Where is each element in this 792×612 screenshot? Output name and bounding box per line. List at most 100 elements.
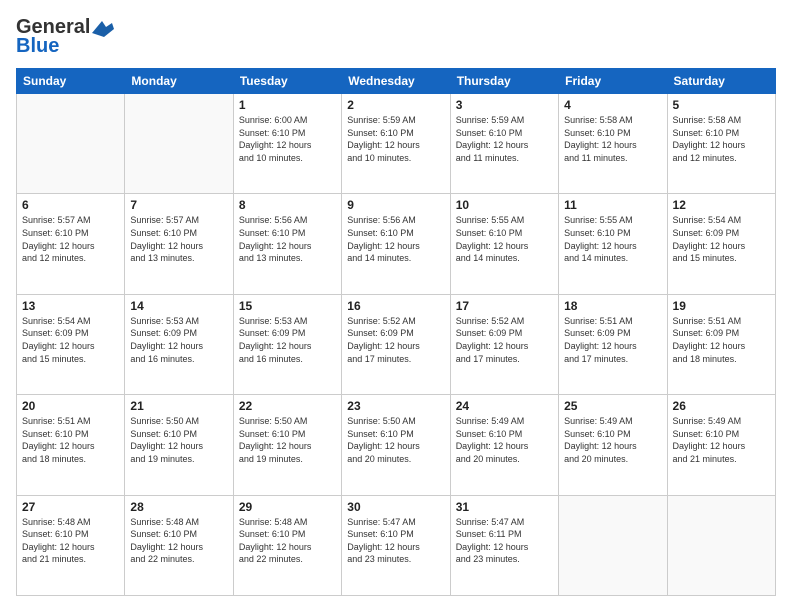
header-friday: Friday (559, 69, 667, 94)
table-row (559, 495, 667, 595)
header-sunday: Sunday (17, 69, 125, 94)
day-number: 19 (673, 299, 770, 313)
table-row: 23 Sunrise: 5:50 AM Sunset: 6:10 PM Dayli… (342, 395, 450, 495)
table-row: 9 Sunrise: 5:56 AM Sunset: 6:10 PM Daylig… (342, 194, 450, 294)
cell-info: Sunrise: 5:51 AM Sunset: 6:09 PM Dayligh… (673, 315, 770, 365)
calendar-week-row: 20 Sunrise: 5:51 AM Sunset: 6:10 PM Dayli… (17, 395, 776, 495)
day-number: 2 (347, 98, 444, 112)
cell-info: Sunrise: 5:47 AM Sunset: 6:11 PM Dayligh… (456, 516, 553, 566)
logo-blue: Blue (16, 35, 59, 58)
day-number: 31 (456, 500, 553, 514)
cell-info: Sunrise: 5:51 AM Sunset: 6:09 PM Dayligh… (564, 315, 661, 365)
day-number: 6 (22, 198, 119, 212)
calendar-week-row: 6 Sunrise: 5:57 AM Sunset: 6:10 PM Daylig… (17, 194, 776, 294)
day-number: 11 (564, 198, 661, 212)
day-number: 3 (456, 98, 553, 112)
table-row: 21 Sunrise: 5:50 AM Sunset: 6:10 PM Dayli… (125, 395, 233, 495)
table-row (125, 94, 233, 194)
table-row: 5Sunrise: 5:58 AM Sunset: 6:10 PM Daylig… (667, 94, 775, 194)
day-number: 29 (239, 500, 336, 514)
day-number: 30 (347, 500, 444, 514)
table-row: 27 Sunrise: 5:48 AM Sunset: 6:10 PM Dayli… (17, 495, 125, 595)
day-number: 14 (130, 299, 227, 313)
day-number: 24 (456, 399, 553, 413)
day-number: 16 (347, 299, 444, 313)
day-number: 20 (22, 399, 119, 413)
table-row: 15 Sunrise: 5:53 AM Sunset: 6:09 PM Dayli… (233, 294, 341, 394)
cell-info: Sunrise: 5:58 AM Sunset: 6:10 PM Dayligh… (673, 114, 770, 164)
day-number: 7 (130, 198, 227, 212)
day-number: 4 (564, 98, 661, 112)
table-row: 17 Sunrise: 5:52 AM Sunset: 6:09 PM Dayli… (450, 294, 558, 394)
table-row: 11 Sunrise: 5:55 AM Sunset: 6:10 PM Dayli… (559, 194, 667, 294)
day-header-row: Sunday Monday Tuesday Wednesday Thursday… (17, 69, 776, 94)
day-number: 23 (347, 399, 444, 413)
cell-info: Sunrise: 5:59 AM Sunset: 6:10 PM Dayligh… (347, 114, 444, 164)
cell-info: Sunrise: 5:50 AM Sunset: 6:10 PM Dayligh… (130, 415, 227, 465)
day-number: 8 (239, 198, 336, 212)
header-thursday: Thursday (450, 69, 558, 94)
day-number: 15 (239, 299, 336, 313)
logo: General Blue (16, 16, 114, 58)
day-number: 26 (673, 399, 770, 413)
logo-bird-icon (92, 21, 114, 37)
table-row: 22Sunrise: 5:50 AM Sunset: 6:10 PM Dayli… (233, 395, 341, 495)
table-row: 28Sunrise: 5:48 AM Sunset: 6:10 PM Dayli… (125, 495, 233, 595)
table-row: 25 Sunrise: 5:49 AM Sunset: 6:10 PM Dayli… (559, 395, 667, 495)
cell-info: Sunrise: 5:59 AM Sunset: 6:10 PM Dayligh… (456, 114, 553, 164)
calendar-week-row: 13 Sunrise: 5:54 AM Sunset: 6:09 PM Dayli… (17, 294, 776, 394)
day-number: 1 (239, 98, 336, 112)
table-row: 20 Sunrise: 5:51 AM Sunset: 6:10 PM Dayli… (17, 395, 125, 495)
table-row: 19 Sunrise: 5:51 AM Sunset: 6:09 PM Dayli… (667, 294, 775, 394)
header-monday: Monday (125, 69, 233, 94)
cell-info: Sunrise: 5:51 AM Sunset: 6:10 PM Dayligh… (22, 415, 119, 465)
day-number: 12 (673, 198, 770, 212)
table-row: 29Sunrise: 5:48 AM Sunset: 6:10 PM Dayli… (233, 495, 341, 595)
day-number: 9 (347, 198, 444, 212)
table-row: 31 Sunrise: 5:47 AM Sunset: 6:11 PM Dayli… (450, 495, 558, 595)
calendar-week-row: 27 Sunrise: 5:48 AM Sunset: 6:10 PM Dayli… (17, 495, 776, 595)
cell-info: Sunrise: 5:58 AM Sunset: 6:10 PM Dayligh… (564, 114, 661, 164)
cell-info: Sunrise: 5:55 AM Sunset: 6:10 PM Dayligh… (564, 214, 661, 264)
cell-info: Sunrise: 5:48 AM Sunset: 6:10 PM Dayligh… (130, 516, 227, 566)
table-row: 30 Sunrise: 5:47 AM Sunset: 6:10 PM Dayli… (342, 495, 450, 595)
cell-info: Sunrise: 5:57 AM Sunset: 6:10 PM Dayligh… (22, 214, 119, 264)
cell-info: Sunrise: 5:54 AM Sunset: 6:09 PM Dayligh… (673, 214, 770, 264)
day-number: 22 (239, 399, 336, 413)
header-saturday: Saturday (667, 69, 775, 94)
cell-info: Sunrise: 5:49 AM Sunset: 6:10 PM Dayligh… (456, 415, 553, 465)
cell-info: Sunrise: 5:53 AM Sunset: 6:09 PM Dayligh… (239, 315, 336, 365)
header-tuesday: Tuesday (233, 69, 341, 94)
header-wednesday: Wednesday (342, 69, 450, 94)
cell-info: Sunrise: 5:57 AM Sunset: 6:10 PM Dayligh… (130, 214, 227, 264)
table-row: 6 Sunrise: 5:57 AM Sunset: 6:10 PM Daylig… (17, 194, 125, 294)
table-row: 14Sunrise: 5:53 AM Sunset: 6:09 PM Dayli… (125, 294, 233, 394)
cell-info: Sunrise: 5:48 AM Sunset: 6:10 PM Dayligh… (22, 516, 119, 566)
day-number: 21 (130, 399, 227, 413)
cell-info: Sunrise: 5:52 AM Sunset: 6:09 PM Dayligh… (347, 315, 444, 365)
cell-info: Sunrise: 5:56 AM Sunset: 6:10 PM Dayligh… (347, 214, 444, 264)
calendar-week-row: 1 Sunrise: 6:00 AM Sunset: 6:10 PM Daylig… (17, 94, 776, 194)
day-number: 10 (456, 198, 553, 212)
table-row: 24 Sunrise: 5:49 AM Sunset: 6:10 PM Dayli… (450, 395, 558, 495)
table-row: 4 Sunrise: 5:58 AM Sunset: 6:10 PM Daylig… (559, 94, 667, 194)
calendar-table: Sunday Monday Tuesday Wednesday Thursday… (16, 68, 776, 596)
table-row (667, 495, 775, 595)
cell-info: Sunrise: 6:00 AM Sunset: 6:10 PM Dayligh… (239, 114, 336, 164)
cell-info: Sunrise: 5:49 AM Sunset: 6:10 PM Dayligh… (564, 415, 661, 465)
cell-info: Sunrise: 5:56 AM Sunset: 6:10 PM Dayligh… (239, 214, 336, 264)
cell-info: Sunrise: 5:54 AM Sunset: 6:09 PM Dayligh… (22, 315, 119, 365)
day-number: 18 (564, 299, 661, 313)
day-number: 27 (22, 500, 119, 514)
cell-info: Sunrise: 5:50 AM Sunset: 6:10 PM Dayligh… (347, 415, 444, 465)
cell-info: Sunrise: 5:47 AM Sunset: 6:10 PM Dayligh… (347, 516, 444, 566)
table-row: 10Sunrise: 5:55 AM Sunset: 6:10 PM Dayli… (450, 194, 558, 294)
table-row: 7 Sunrise: 5:57 AM Sunset: 6:10 PM Daylig… (125, 194, 233, 294)
day-number: 13 (22, 299, 119, 313)
table-row: 26Sunrise: 5:49 AM Sunset: 6:10 PM Dayli… (667, 395, 775, 495)
table-row: 2 Sunrise: 5:59 AM Sunset: 6:10 PM Daylig… (342, 94, 450, 194)
day-number: 17 (456, 299, 553, 313)
table-row: 18 Sunrise: 5:51 AM Sunset: 6:09 PM Dayli… (559, 294, 667, 394)
cell-info: Sunrise: 5:52 AM Sunset: 6:09 PM Dayligh… (456, 315, 553, 365)
day-number: 25 (564, 399, 661, 413)
